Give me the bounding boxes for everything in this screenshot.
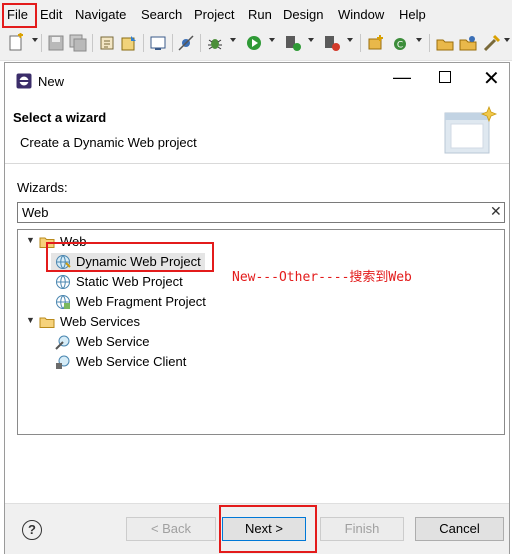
save-icon[interactable] [46,33,66,53]
open-type-icon[interactable] [435,33,455,53]
tree-item-web-fragment-project[interactable]: Web Fragment Project [76,293,206,311]
toolbar-separator [200,34,201,52]
clear-filter-icon[interactable]: ✕ [490,203,502,220]
new-wizard-dialog: New — ✕ Select a wizard Create a Dynamic… [4,62,510,554]
publish-icon[interactable] [119,33,139,53]
web-fragment-project-icon [55,294,71,310]
folder-icon [39,314,55,330]
menu-edit[interactable]: Edit [40,7,62,22]
static-web-project-icon [55,274,71,290]
maximize-button[interactable] [439,71,451,83]
tree-item-static-web-project[interactable]: Static Web Project [76,273,183,291]
console-icon[interactable] [148,33,168,53]
tree-item-web-service[interactable]: Web Service [76,333,149,351]
web-service-client-icon [55,354,71,370]
menu-window[interactable]: Window [338,7,384,22]
menu-search[interactable]: Search [141,7,182,22]
run-server-dropdown-icon[interactable] [308,38,314,42]
wizard-filter-value: Web [22,205,49,220]
wizards-label: Wizards: [17,180,68,195]
toolbar-separator [143,34,144,52]
search-dropdown-icon[interactable] [504,38,510,42]
wizard-banner: Select a wizard Create a Dynamic Web pro… [5,97,509,164]
wizard-banner-icon [443,103,499,157]
run-dropdown-icon[interactable] [269,38,275,42]
open-task-icon[interactable] [458,33,478,53]
menu-bar: File Edit Navigate Search Project Run De… [0,0,512,28]
expand-web-services-icon[interactable]: ▼ [26,315,35,325]
debug-icon[interactable] [205,33,225,53]
finish-button[interactable]: Finish [320,517,404,541]
save-all-icon[interactable] [68,33,88,53]
cancel-button[interactable]: Cancel [415,517,504,541]
menu-navigate[interactable]: Navigate [75,7,126,22]
file-menu-highlight [2,3,37,28]
eclipse-icon [16,73,32,89]
dynamic-web-project-highlight [46,242,214,272]
new-dropdown-icon[interactable] [32,38,38,42]
dialog-title: New [38,74,65,89]
new-file-icon[interactable] [6,33,26,53]
debug-dropdown-icon[interactable] [230,38,236,42]
run-server-icon[interactable] [283,33,303,53]
external-tools-dropdown-icon[interactable] [347,38,353,42]
wizard-description: Create a Dynamic Web project [20,135,197,150]
wizard-filter-field[interactable]: Web ✕ [17,202,505,223]
tree-item-web-services[interactable]: Web Services [60,313,140,331]
toolbar-separator [429,34,430,52]
toolbar-separator [360,34,361,52]
back-button[interactable]: < Back [126,517,216,541]
run-icon[interactable] [244,33,264,53]
annotation-text: New---Other----搜索到Web [232,270,412,285]
svg-text:C: C [397,41,403,51]
expand-web-icon[interactable]: ▼ [26,235,35,245]
toolbar-separator [41,34,42,52]
menu-design[interactable]: Design [283,7,323,22]
tree-item-web-service-client[interactable]: Web Service Client [76,353,186,371]
new-class-dropdown-icon[interactable] [416,38,422,42]
menu-help[interactable]: Help [399,7,426,22]
toolbar-separator [92,34,93,52]
dialog-title-bar: New — ✕ [5,63,509,97]
close-button[interactable]: ✕ [483,66,500,91]
toolbar: C [0,28,512,61]
new-project-icon[interactable] [366,33,386,53]
toolbar-separator [172,34,173,52]
minimize-button[interactable]: — [393,67,411,88]
web-service-icon [55,334,71,350]
external-tools-icon[interactable] [322,33,342,53]
help-icon[interactable]: ? [22,520,42,540]
next-button-highlight [219,505,317,553]
new-class-icon[interactable]: C [390,33,410,53]
build-icon[interactable] [97,33,117,53]
skip-breakpoints-icon[interactable] [176,33,196,53]
search-tool-icon[interactable] [482,33,502,53]
menu-run[interactable]: Run [248,7,272,22]
wizard-heading: Select a wizard [13,110,107,125]
menu-project[interactable]: Project [194,7,234,22]
